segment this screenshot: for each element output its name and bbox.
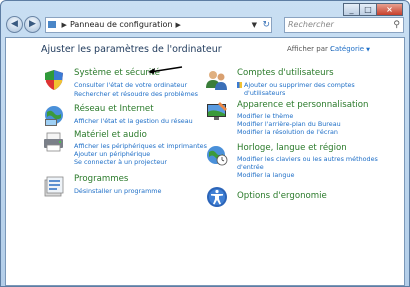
link-change-background[interactable]: Modifier l'arrière-plan du Bureau <box>237 120 341 128</box>
back-button[interactable]: ◀ <box>6 16 23 33</box>
link-add-remove-accounts-cont[interactable]: d'utilisateurs <box>244 89 285 97</box>
link-network-status[interactable]: Afficher l'état et la gestion du réseau <box>74 117 193 125</box>
category-hardware-sound: Matériel et audio Afficher les périphéri… <box>42 130 212 168</box>
category-title[interactable]: Programmes <box>74 174 128 184</box>
link-add-device[interactable]: Ajouter un périphérique <box>74 150 150 158</box>
category-title[interactable]: Options d'ergonomie <box>237 191 327 201</box>
users-icon[interactable] <box>205 68 229 92</box>
link-change-language[interactable]: Modifier la langue <box>237 171 294 179</box>
category-user-accounts: Comptes d'utilisateurs Ajouter ou suppri… <box>205 68 405 100</box>
breadcrumb-separator-2[interactable]: ▶ <box>176 21 181 29</box>
programs-icon[interactable] <box>42 174 66 198</box>
link-troubleshoot[interactable]: Rechercher et résoudre des problèmes <box>74 90 198 98</box>
caption-buttons: _ □ × <box>343 3 403 16</box>
breadcrumb-control-panel[interactable]: Panneau de configuration <box>70 20 173 29</box>
appearance-icon[interactable] <box>205 100 229 124</box>
view-by-value: Catégorie <box>330 45 365 53</box>
category-appearance: Apparence et personnalisation Modifier l… <box>205 100 405 138</box>
link-devices-printers[interactable]: Afficher les périphériques et imprimante… <box>74 142 207 150</box>
forward-button[interactable]: ▶ <box>24 16 41 33</box>
shield-icon[interactable] <box>42 68 66 92</box>
search-icon[interactable]: ⚲ <box>393 18 400 32</box>
category-network: Réseau et Internet Afficher l'état et la… <box>42 104 212 128</box>
category-clock-language: Horloge, langue et région Modifier les c… <box>205 143 405 181</box>
link-change-keyboards-cont[interactable]: d'entrée <box>237 163 264 171</box>
link-change-keyboards[interactable]: Modifier les claviers ou les autres méth… <box>237 155 378 163</box>
category-system-security: Système et sécurité Consulter l'état de … <box>42 68 212 102</box>
address-dropdown-icon[interactable]: ▼ <box>252 18 257 32</box>
page-title: Ajuster les paramètres de l'ordinateur <box>41 44 222 55</box>
address-bar[interactable]: ▶ Panneau de configuration ▶ ▼ ↻ <box>45 17 272 33</box>
refresh-icon[interactable]: ↻ <box>262 18 270 32</box>
link-change-theme[interactable]: Modifier le thème <box>237 112 293 120</box>
category-title[interactable]: Réseau et Internet <box>74 104 154 114</box>
globe-clock-icon[interactable] <box>205 143 229 167</box>
category-title[interactable]: Apparence et personnalisation <box>237 100 368 110</box>
maximize-button[interactable]: □ <box>360 3 377 16</box>
category-title[interactable]: Matériel et audio <box>74 130 147 140</box>
category-title[interactable]: Comptes d'utilisateurs <box>237 68 334 78</box>
category-programs: Programmes Désinstaller un programme <box>42 174 212 198</box>
uac-shield-icon <box>237 82 242 88</box>
search-placeholder: Rechercher <box>288 20 334 29</box>
link-check-status[interactable]: Consulter l'état de votre ordinateur <box>74 81 187 89</box>
search-input[interactable]: Rechercher ⚲ <box>284 17 404 33</box>
link-uninstall[interactable]: Désinstaller un programme <box>74 187 161 195</box>
category-ease-of-access: Options d'ergonomie <box>205 185 405 211</box>
minimize-button[interactable]: _ <box>343 3 360 16</box>
link-add-remove-accounts[interactable]: Ajouter ou supprimer des comptes <box>244 81 355 89</box>
category-title[interactable]: Horloge, langue et région <box>237 143 347 153</box>
accessibility-icon[interactable] <box>205 185 229 209</box>
annotation-arrow <box>148 66 183 74</box>
breadcrumb-separator: ▶ <box>61 21 67 29</box>
printer-icon[interactable] <box>42 130 66 154</box>
view-by-dropdown[interactable]: Catégorie ▼ <box>330 45 370 53</box>
link-projector[interactable]: Se connecter à un projecteur <box>74 158 167 166</box>
close-button[interactable]: × <box>377 3 403 16</box>
address-root-icon <box>48 21 56 28</box>
link-change-resolution[interactable]: Modifier la résolution de l'écran <box>237 128 338 136</box>
network-icon[interactable] <box>42 104 66 128</box>
chevron-down-icon: ▼ <box>366 47 370 53</box>
view-by-label: Afficher par : <box>287 45 333 53</box>
